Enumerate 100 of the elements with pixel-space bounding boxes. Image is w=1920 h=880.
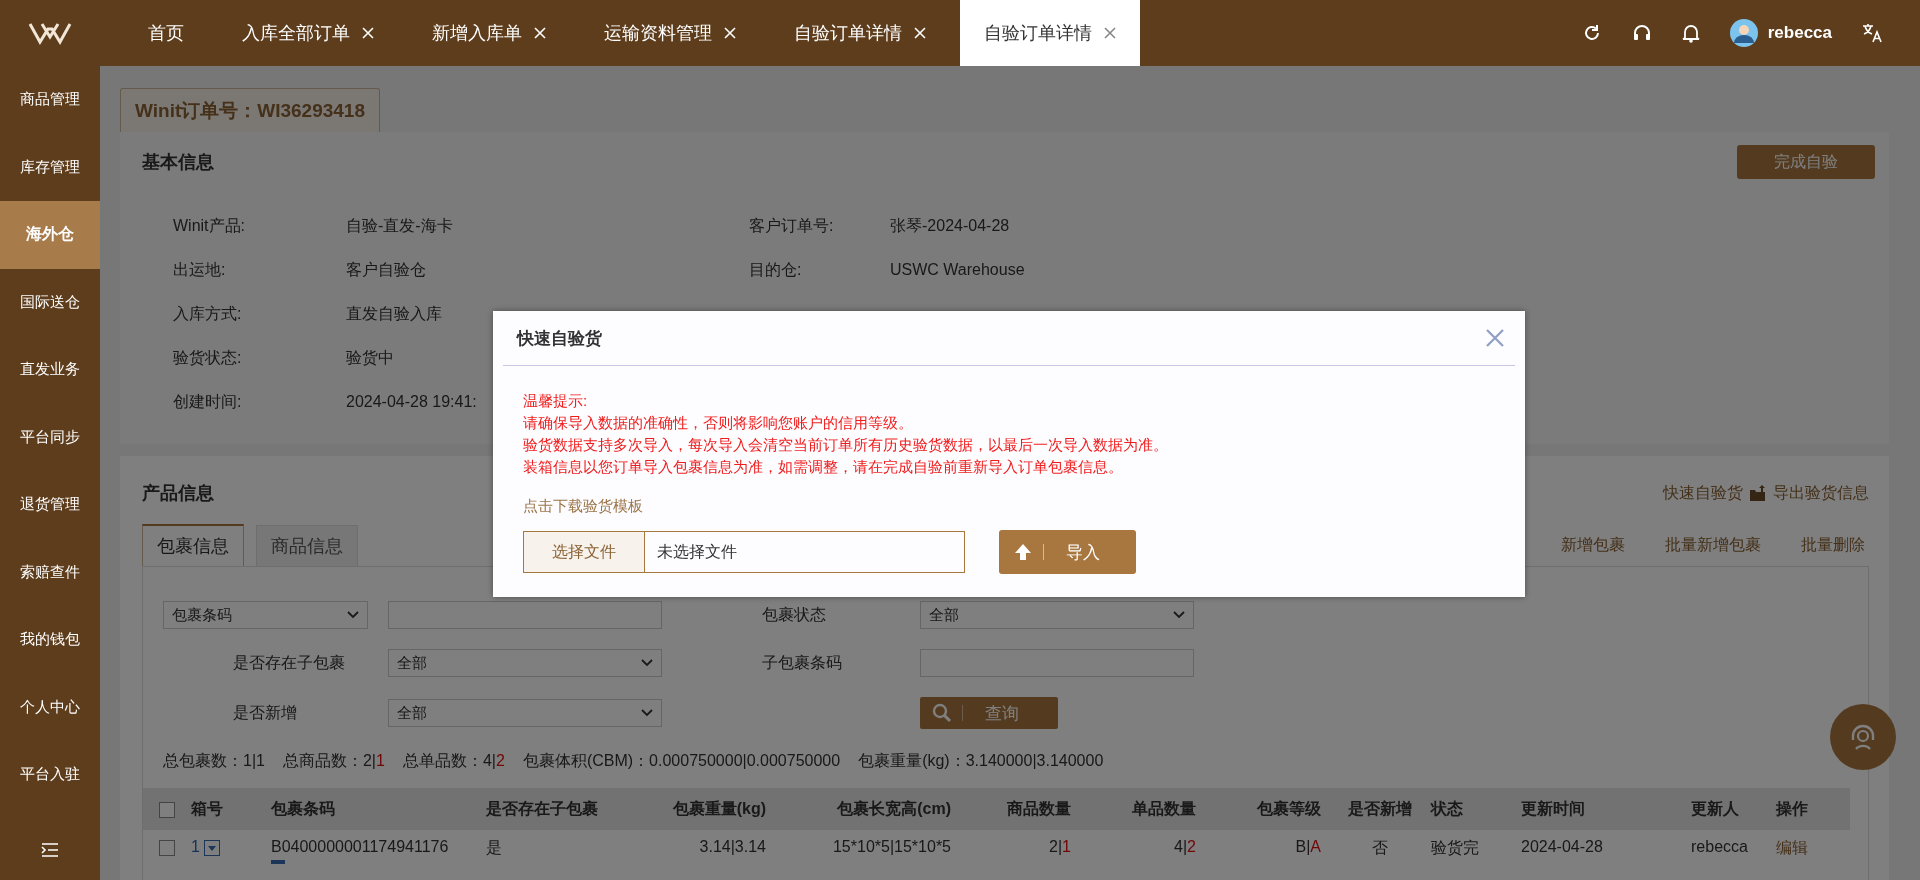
column-header: 商品数量 bbox=[1007, 799, 1071, 817]
section-title: 基本信息 bbox=[142, 151, 214, 174]
sidebar-item[interactable]: 库存管理 bbox=[0, 133, 100, 201]
input-field[interactable] bbox=[388, 601, 662, 629]
field-label: 客户订单号: bbox=[749, 215, 835, 236]
sidebar-item[interactable]: 国际送仓 bbox=[0, 268, 100, 336]
bell-icon[interactable] bbox=[1681, 23, 1700, 43]
summary-text: 包裹体积(CBM)：0.000750000|0.000750000 bbox=[522, 751, 841, 771]
column-header: 单品数量 bbox=[1132, 799, 1196, 817]
download-template-link[interactable]: 点击下载验货模板 bbox=[523, 497, 643, 516]
chevron-down-icon bbox=[347, 611, 359, 619]
column-header: 操作 bbox=[1776, 799, 1808, 817]
sidebar-item[interactable]: 商品管理 bbox=[0, 66, 100, 134]
headset-icon[interactable] bbox=[1631, 23, 1652, 43]
sidebar-item[interactable]: 索赔查件 bbox=[0, 538, 100, 606]
table-cell: 是 bbox=[486, 839, 502, 856]
field-label: 创建时间: bbox=[173, 391, 243, 412]
column-header: 箱号 bbox=[191, 799, 223, 817]
folder-upload-icon[interactable] bbox=[1749, 484, 1767, 502]
checkbox[interactable] bbox=[159, 801, 175, 818]
search-icon bbox=[932, 703, 952, 723]
table-cell: B0400000001174941176 bbox=[271, 838, 449, 855]
field-label: 入库方式: bbox=[173, 303, 243, 324]
input-field[interactable] bbox=[920, 649, 1194, 677]
table-cell: rebecca bbox=[1691, 838, 1748, 855]
dialog-title: 快速自验货 bbox=[517, 327, 602, 350]
sidebar-item[interactable]: 个人中心 bbox=[0, 673, 100, 741]
column-header: 状态 bbox=[1431, 799, 1463, 817]
sidebar-item[interactable]: 平台同步 bbox=[0, 403, 100, 471]
summary-text: 总单品数：4|2 bbox=[402, 751, 505, 771]
upload-icon bbox=[1013, 542, 1033, 562]
page-tab[interactable]: 新增入库单 bbox=[408, 0, 570, 66]
expand-icon[interactable] bbox=[204, 839, 221, 856]
checkbox[interactable] bbox=[159, 839, 175, 856]
column-header: 是否新增 bbox=[1348, 799, 1412, 817]
field-value: 直发自验入库 bbox=[346, 303, 442, 324]
dropdown-field[interactable]: 包裹条码 bbox=[163, 601, 368, 629]
table-cell: 否 bbox=[1372, 839, 1388, 856]
section-title: 产品信息 bbox=[142, 482, 214, 505]
table-cell: 验货完 bbox=[1431, 839, 1479, 856]
avatar[interactable] bbox=[1729, 19, 1758, 47]
page-tab[interactable]: 运输资料管理 bbox=[580, 0, 760, 66]
sidebar-item[interactable]: 退货管理 bbox=[0, 471, 100, 539]
table-cell: 15*10*5|15*10*5 bbox=[832, 838, 951, 855]
field-value: 张琴-2024-04-28 bbox=[890, 215, 1010, 236]
section-tab[interactable]: 包裹信息 bbox=[142, 524, 244, 566]
field-label: Winit产品: bbox=[173, 215, 246, 236]
collapse-menu-icon[interactable] bbox=[41, 843, 59, 857]
table-cell: 3.14|3.14 bbox=[699, 838, 766, 855]
user-name[interactable]: rebecca bbox=[1767, 23, 1832, 43]
field-value: USWC Warehouse bbox=[890, 261, 1025, 279]
page-tab[interactable]: 自验订单详情 bbox=[960, 0, 1140, 66]
notice-text: 验货数据支持多次导入，每次导入会清空当前订单所有历史验货数据，以最后一次导入数据为准。 bbox=[523, 435, 1169, 455]
dropdown-field[interactable]: 全部 bbox=[920, 601, 1194, 629]
filter-label: 是否新增 bbox=[232, 702, 297, 723]
notice-text: 请确保导入数据的准确性，否则将影响您账户的信用等级。 bbox=[523, 413, 914, 433]
dropdown-field[interactable]: 全部 bbox=[388, 649, 662, 677]
sidebar-item[interactable]: 平台入驻 bbox=[0, 741, 100, 809]
table-cell: 2024-04-28 bbox=[1521, 838, 1603, 855]
column-header: 包裹条码 bbox=[271, 799, 335, 817]
page-tab[interactable]: 首页 bbox=[124, 0, 208, 66]
summary-text: 包裹重量(kg)：3.140000|3.140000 bbox=[858, 751, 1104, 771]
marker-icon bbox=[271, 860, 285, 864]
translate-icon[interactable] bbox=[1862, 23, 1884, 43]
table-cell: 1 bbox=[191, 838, 200, 855]
summary-text: 总包裹数：1|1 bbox=[163, 751, 265, 771]
notice-text: 温馨提示: bbox=[523, 391, 589, 411]
sidebar-item[interactable]: 我的钱包 bbox=[0, 606, 100, 674]
field-label: 目的仓: bbox=[749, 259, 803, 280]
page-tab[interactable]: 自验订单详情 bbox=[770, 0, 950, 66]
table-cell: 4|2 bbox=[1174, 838, 1196, 855]
page-tab[interactable]: 入库全部订单 bbox=[218, 0, 398, 66]
notice-text: 装箱信息以您订单导入包裹信息为准，如需调整，请在完成自验前重新导入订单包裹信息。 bbox=[523, 457, 1124, 477]
filter-label: 子包裹条码 bbox=[762, 652, 843, 673]
field-label: 出运地: bbox=[173, 259, 227, 280]
filter-label: 包裹状态 bbox=[762, 604, 827, 625]
sidebar-item[interactable]: 海外仓 bbox=[0, 201, 100, 269]
column-header: 包裹长宽高(cm) bbox=[837, 799, 951, 817]
filter-label: 是否存在子包裹 bbox=[232, 652, 345, 673]
field-value: 客户自验仓 bbox=[346, 259, 426, 280]
chevron-down-icon bbox=[1173, 611, 1185, 619]
column-header: 包裹重量(kg) bbox=[672, 799, 766, 817]
chevron-down-icon bbox=[641, 659, 653, 667]
column-header: 更新时间 bbox=[1521, 799, 1585, 817]
field-value: 验货中 bbox=[346, 347, 394, 368]
dropdown-field[interactable]: 全部 bbox=[388, 699, 662, 727]
import-button[interactable]: 导入 bbox=[999, 530, 1136, 574]
field-label: 验货状态: bbox=[173, 347, 243, 368]
table-cell: B|A bbox=[1295, 838, 1321, 855]
chevron-down-icon bbox=[641, 709, 653, 717]
logo-icon[interactable] bbox=[28, 21, 72, 45]
field-value: 自验-直发-海卡 bbox=[346, 215, 453, 236]
column-header: 包裹等级 bbox=[1257, 799, 1321, 817]
summary-text: 总商品数：2|1 bbox=[282, 751, 385, 771]
column-header: 更新人 bbox=[1691, 799, 1739, 817]
file-input[interactable]: 选择文件 未选择文件 bbox=[523, 531, 965, 573]
table-cell: 2|1 bbox=[1049, 838, 1071, 855]
column-header: 是否存在子包裹 bbox=[486, 799, 598, 817]
field-value: 2024-04-28 19:41: bbox=[346, 393, 477, 411]
sidebar-item[interactable]: 直发业务 bbox=[0, 336, 100, 404]
